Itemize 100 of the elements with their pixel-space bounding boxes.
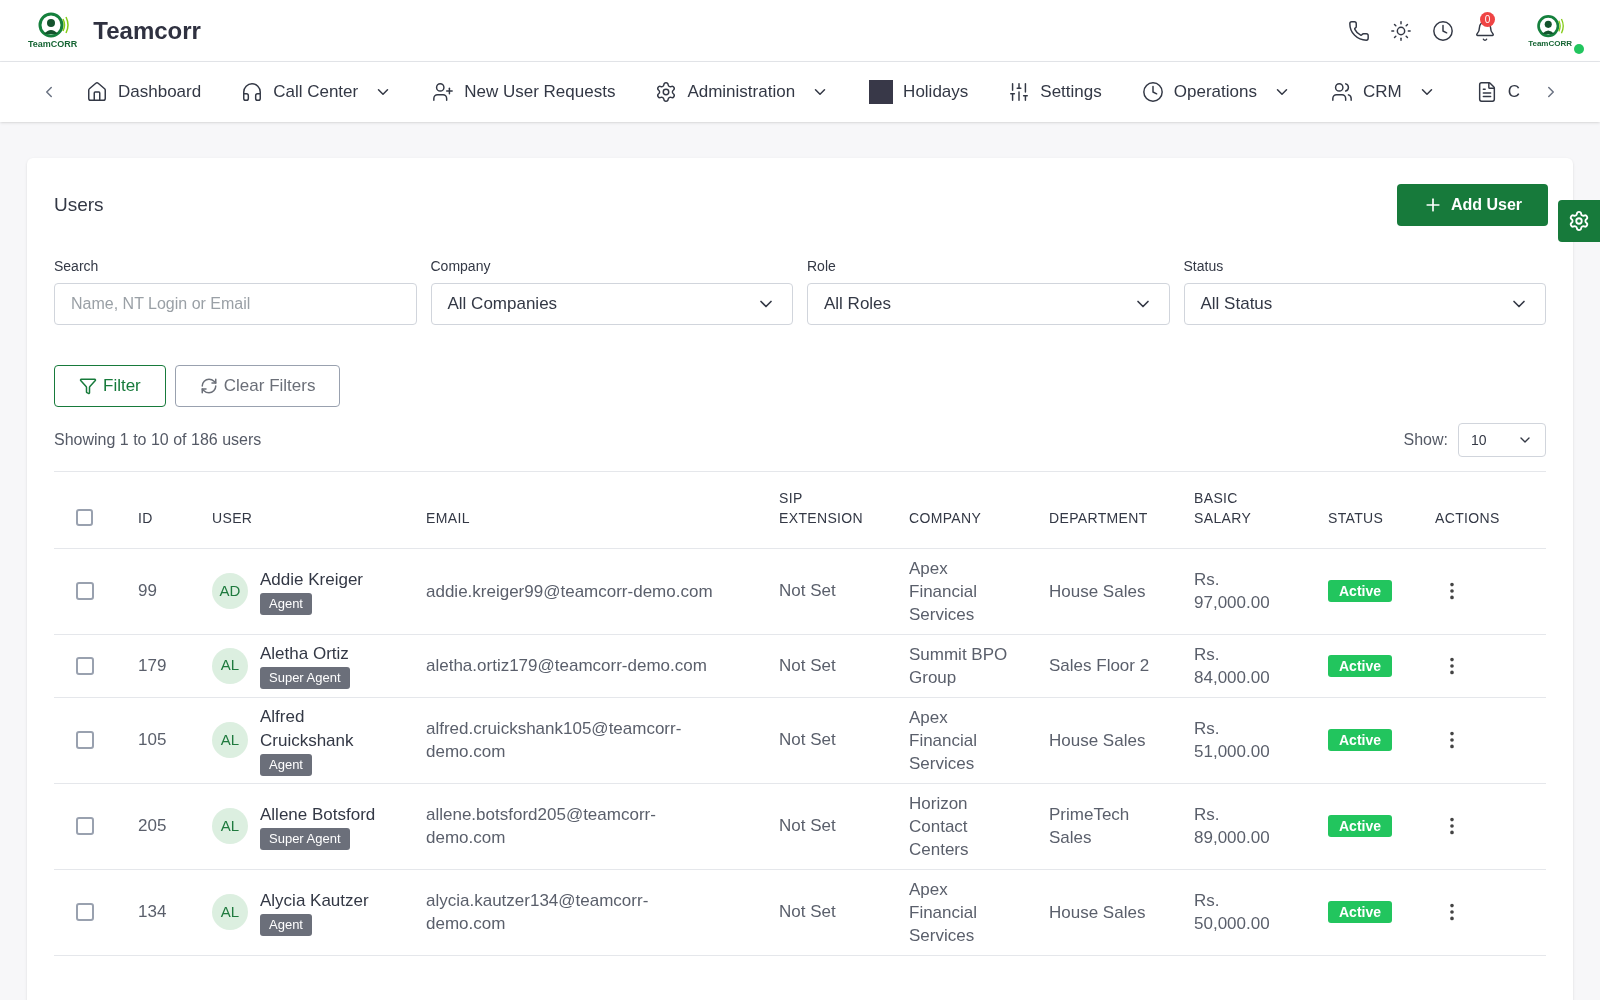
filter-label: Company — [430, 257, 492, 276]
table-cell-text: Summit BPO Group — [909, 643, 1009, 689]
table-cell: Not Set — [779, 581, 836, 601]
table-cell: Not Set — [779, 902, 836, 922]
user-avatar: AL — [212, 894, 248, 930]
table-cell-text: addie.kreiger99@teamcorr-demo.com — [426, 580, 714, 603]
status-badge: Active — [1328, 654, 1393, 677]
app-name: Teamcorr — [93, 15, 201, 46]
table-cell-text: House Sales — [1049, 580, 1147, 603]
user-avatar: AL — [212, 808, 248, 844]
nav-item-icon — [1008, 81, 1031, 103]
user-name: Alycia Kautzer — [260, 889, 369, 912]
select-field[interactable]: All Roles — [807, 283, 1170, 325]
nav-item[interactable]: CRM — [1330, 79, 1436, 105]
table-cell: 179 — [138, 655, 167, 675]
nav-item[interactable]: Administration — [655, 79, 830, 105]
nav-item-icon — [86, 81, 108, 103]
user-name: Alfred Cruickshank — [260, 705, 355, 752]
headset-logo-icon — [1535, 13, 1566, 40]
table-cell: Not Set — [779, 655, 836, 675]
user-name: Addie Kreiger — [260, 568, 363, 591]
nav-item-icon — [1141, 81, 1164, 103]
status-badge: Active — [1328, 580, 1393, 603]
nav-item-icon — [241, 81, 264, 103]
column-header: USER — [212, 508, 254, 528]
select-field[interactable]: All Status — [1183, 283, 1546, 325]
filter-button[interactable]: Filter — [54, 365, 166, 407]
sun-icon[interactable] — [1390, 19, 1413, 42]
profile-avatar[interactable]: TeamCORR — [1528, 13, 1572, 48]
table-cell-text: Apex Financial Services — [909, 557, 979, 626]
role-tag: Agent — [260, 592, 312, 615]
table-cell: 205 — [138, 816, 167, 836]
table-cell-text: Rs. 97,000.00 — [1194, 569, 1271, 614]
column-header: DEPARTMENT — [1049, 508, 1149, 528]
user-name: Allene Botsford — [260, 803, 376, 826]
status-badge: Active — [1328, 729, 1393, 752]
table-cell-text: Rs. 84,000.00 — [1194, 643, 1271, 689]
nav-item-icon — [1330, 81, 1353, 103]
show-label: Show: — [1403, 430, 1448, 450]
nav-item[interactable]: C — [1475, 79, 1520, 105]
add-user-button[interactable]: Add User — [1396, 184, 1548, 226]
table-cell-text: House Sales — [1049, 729, 1147, 752]
row-checkbox[interactable] — [76, 817, 94, 835]
settings-button[interactable] — [1558, 200, 1600, 242]
settings-icon — [1568, 210, 1590, 232]
role-tag: Agent — [260, 753, 312, 776]
column-header: ID — [138, 508, 154, 528]
column-header: BASIC SALARY — [1194, 488, 1253, 528]
search-field[interactable]: Name, NT Login or Email — [54, 283, 417, 325]
status-badge: Active — [1328, 815, 1393, 838]
nav-item[interactable]: Settings — [1008, 79, 1102, 105]
role-tag: Agent — [260, 913, 312, 936]
table-cell: Not Set — [779, 816, 836, 836]
row-checkbox[interactable] — [76, 582, 94, 600]
select-field[interactable]: All Companies — [430, 283, 793, 325]
table-cell-text: Rs. 51,000.00 — [1194, 718, 1271, 763]
role-tag: Super Agent — [260, 667, 350, 689]
page-title: Users — [54, 192, 104, 217]
refresh-icon — [199, 377, 218, 395]
nav-item[interactable]: Dashboard — [86, 79, 202, 105]
column-header: STATUS — [1328, 508, 1385, 528]
select-all-checkbox[interactable] — [76, 508, 93, 526]
nav-item[interactable]: Holidays — [869, 79, 969, 105]
nav-item[interactable]: New User Requests — [432, 79, 616, 105]
row-checkbox[interactable] — [76, 656, 94, 675]
user-avatar: AL — [212, 722, 248, 758]
table-cell: Not Set — [779, 730, 836, 750]
table-cell-text: allene.botsford205@teamcorr-demo.com — [426, 804, 657, 849]
status-badge: Active — [1328, 901, 1393, 924]
user-avatar: AD — [212, 573, 248, 609]
table-cell-text: alycia.kautzer134@teamcorr-demo.com — [426, 890, 650, 935]
table-cell-text: Rs. 89,000.00 — [1194, 804, 1271, 849]
table-cell: 99 — [138, 581, 157, 601]
table-cell-text: Rs. 50,000.00 — [1194, 890, 1271, 935]
filter-label: Role — [807, 257, 837, 276]
column-header: SIP EXTENSION — [779, 488, 865, 528]
image-placeholder-icon — [869, 80, 894, 104]
filter-icon — [79, 377, 97, 395]
table-cell-text: Apex Financial Services — [909, 878, 979, 947]
column-header: COMPANY — [909, 508, 983, 528]
filter-label: Search — [54, 257, 100, 276]
logo-text: TeamCORR — [28, 40, 78, 49]
column-header: ACTIONS — [1435, 508, 1501, 528]
role-tag: Super Agent — [260, 827, 350, 850]
clear-filters-button[interactable]: Clear Filters — [174, 365, 341, 407]
logo-text: TeamCORR — [1528, 39, 1572, 48]
row-checkbox[interactable] — [76, 731, 94, 749]
table-cell: 105 — [138, 730, 167, 750]
user-name: Aletha Ortiz — [260, 643, 349, 665]
row-checkbox[interactable] — [76, 903, 94, 921]
notification-badge: 0 — [1480, 11, 1496, 27]
table-cell-text: PrimeTech Sales — [1049, 804, 1131, 849]
clock-icon[interactable] — [1432, 19, 1455, 42]
nav-item[interactable]: Operations — [1141, 79, 1291, 105]
filter-label: Status — [1183, 257, 1225, 276]
nav-item[interactable]: Call Center — [241, 79, 393, 105]
table-cell: 134 — [138, 902, 167, 922]
phone-icon[interactable] — [1348, 19, 1371, 42]
page-size-select[interactable]: 10 — [1458, 423, 1546, 457]
table-cell-text: Sales Floor 2 — [1049, 655, 1151, 677]
